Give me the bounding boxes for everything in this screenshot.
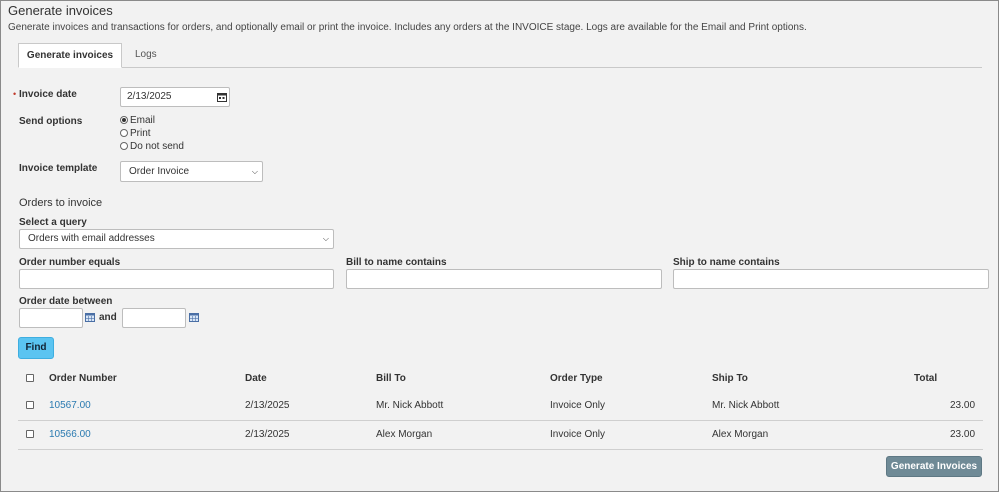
column-header-date[interactable]: Date — [245, 373, 267, 384]
query-select[interactable]: Orders with email addresses ⌵ — [19, 229, 334, 249]
find-button[interactable]: Find — [18, 337, 54, 359]
orders-section-title: Orders to invoice — [19, 197, 103, 209]
send-option-print-label: Print — [130, 128, 151, 139]
send-option-email-label: Email — [130, 115, 156, 126]
tab-generate-invoices[interactable]: Generate invoices — [18, 43, 122, 68]
row-ship-to: Alex Morgan — [712, 429, 769, 440]
query-select-value: Orders with email addresses — [28, 233, 155, 244]
and-label: and — [99, 312, 117, 323]
column-header-order-number[interactable]: Order Number — [49, 373, 117, 384]
row-date: 2/13/2025 — [245, 400, 290, 411]
invoice-template-label: Invoice template — [19, 163, 98, 174]
select-all-checkbox[interactable] — [26, 374, 34, 382]
page-title: Generate invoices — [8, 3, 113, 18]
column-header-ship-to[interactable]: Ship To — [712, 373, 748, 384]
tab-logs[interactable]: Logs — [123, 43, 169, 68]
column-header-total[interactable]: Total — [914, 373, 937, 384]
column-header-bill-to[interactable]: Bill To — [376, 373, 406, 384]
order-date-label: Order date between — [19, 296, 113, 307]
row-order-type: Invoice Only — [550, 429, 606, 440]
invoice-template-select[interactable]: Order Invoice ⌵ — [120, 161, 263, 182]
calendar-icon[interactable] — [189, 312, 199, 322]
bill-to-input[interactable] — [346, 269, 662, 289]
ship-to-input[interactable] — [673, 269, 989, 289]
order-date-from-input[interactable] — [19, 308, 83, 328]
select-query-label: Select a query — [19, 217, 87, 228]
radio-email[interactable] — [120, 116, 128, 124]
invoice-date-input[interactable]: 2/13/2025 — [120, 87, 230, 107]
row-checkbox[interactable] — [26, 401, 34, 409]
row-total: 23.00 — [950, 400, 976, 411]
generate-invoices-panel: Generate invoices Generate invoices and … — [0, 0, 999, 492]
radio-do-not-send[interactable] — [120, 142, 128, 150]
required-marker: • — [13, 89, 17, 99]
order-number-link[interactable]: 10566.00 — [49, 429, 91, 440]
send-option-do-not-send-label: Do not send — [130, 141, 184, 152]
row-date: 2/13/2025 — [245, 429, 290, 440]
row-divider — [18, 420, 983, 421]
send-option-email[interactable]: Email — [120, 115, 155, 127]
bill-to-label: Bill to name contains — [346, 257, 447, 268]
page-description: Generate invoices and transactions for o… — [8, 22, 807, 33]
radio-print[interactable] — [120, 129, 128, 137]
column-header-order-type[interactable]: Order Type — [550, 373, 603, 384]
order-number-link[interactable]: 10567.00 — [49, 400, 91, 411]
order-number-label: Order number equals — [19, 257, 121, 268]
row-total: 23.00 — [950, 429, 976, 440]
tab-bar: Generate invoices Logs — [18, 43, 982, 68]
invoice-date-value: 2/13/2025 — [127, 91, 172, 102]
row-bill-to: Mr. Nick Abbott — [376, 400, 444, 411]
generate-invoices-button[interactable]: Generate Invoices — [886, 456, 982, 477]
send-options-label: Send options — [19, 116, 83, 127]
order-number-input[interactable] — [19, 269, 334, 289]
send-option-do-not-send[interactable]: Do not send — [120, 141, 184, 153]
calendar-icon[interactable] — [85, 312, 95, 322]
invoice-template-value: Order Invoice — [129, 166, 190, 177]
row-bill-to: Alex Morgan — [376, 429, 433, 440]
order-date-to-input[interactable] — [122, 308, 186, 328]
row-checkbox[interactable] — [26, 430, 34, 438]
chevron-down-icon: ⌵ — [322, 234, 329, 243]
row-order-type: Invoice Only — [550, 400, 606, 411]
row-ship-to: Mr. Nick Abbott — [712, 400, 780, 411]
calendar-icon[interactable] — [217, 92, 227, 102]
send-option-print[interactable]: Print — [120, 128, 151, 140]
chevron-down-icon: ⌵ — [251, 167, 258, 176]
row-divider — [18, 449, 983, 450]
invoice-date-label: Invoice date — [19, 89, 77, 100]
ship-to-label: Ship to name contains — [673, 257, 780, 268]
